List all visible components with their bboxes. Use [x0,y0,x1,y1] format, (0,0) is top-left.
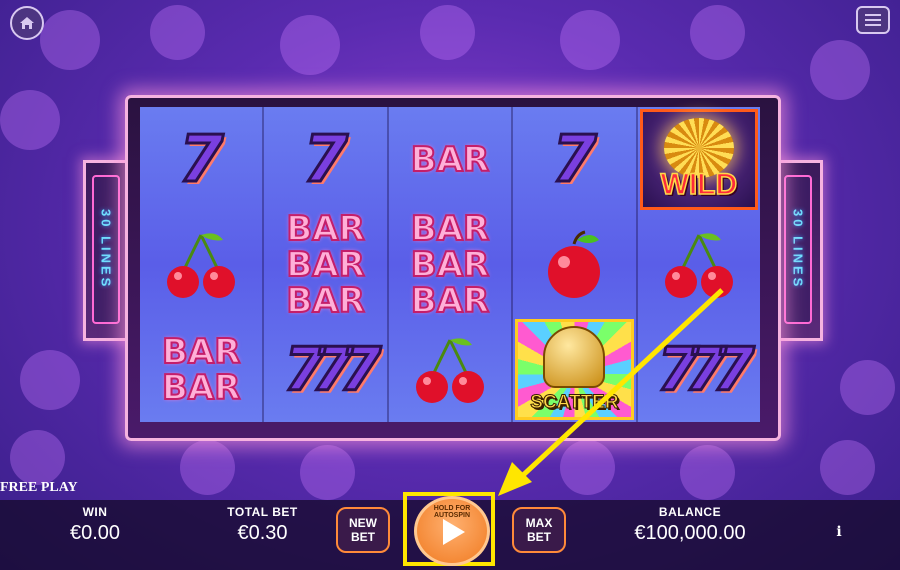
symbol-triple-seven: 777 [282,333,382,406]
symbol-double-bar: BAR BAR [161,331,241,408]
bell-icon [543,325,606,388]
symbol-seven: 7 [302,121,350,198]
total-bet-value: €0.30 [237,522,288,544]
balance-label: BALANCE [658,505,722,519]
reel-3: BAR BAR BAR BAR [389,107,514,422]
cherry-icon [416,337,485,403]
cherry-icon [664,232,733,298]
cherry-icon [167,232,236,298]
reel-area: 7 BAR BAR 7 BAR BAR BAR 777 BAR BAR BAR BAR [140,107,760,422]
win-label: WIN [82,505,108,519]
max-bet-label-1: MAX [525,516,553,530]
win-value: €0.00 [69,522,121,544]
max-bet-label-2: BET [527,530,551,544]
lines-label-right: 30 LINES [790,209,806,290]
right-lines-panel: 30 LINES [775,160,823,341]
symbol-apple [513,212,635,317]
new-bet-button[interactable]: NEW BET [336,507,390,553]
play-icon [443,519,465,545]
reel-1: 7 BAR BAR [140,107,265,422]
symbol-triple-bar: BAR BAR BAR [285,208,365,321]
new-bet-label-1: NEW [349,516,377,530]
symbol-scatter: SCATTER [513,317,635,422]
max-bet-button[interactable]: MAX BET [512,507,566,553]
info-icon[interactable]: i [832,524,846,540]
free-play-label: FREE PLAY [0,480,78,495]
reel-2: 7 BAR BAR BAR 777 [264,107,389,422]
symbol-cherry [140,212,262,317]
menu-button[interactable] [856,6,890,34]
apple-icon [548,230,601,298]
hamburger-menu-icon [865,14,881,26]
home-icon [20,17,34,29]
symbol-cherry [389,317,511,422]
home-button[interactable] [10,6,44,40]
reel-5: WILD 777 [638,107,760,422]
symbol-seven: 7 [177,121,225,198]
symbol-triple-seven: 777 [656,333,756,406]
symbol-single-bar: BAR [410,139,490,180]
symbol-cherry [638,212,760,317]
reel-4: 7 SCATTER [513,107,638,422]
spin-button[interactable]: HOLD FOR AUTOSPIN [414,496,490,566]
autospin-hint: HOLD FOR AUTOSPIN [433,505,471,519]
total-bet-label: TOTAL BET [227,505,298,519]
new-bet-label-2: BET [351,530,375,544]
wild-label: WILD [660,167,738,202]
symbol-triple-bar: BAR BAR BAR [410,208,490,321]
symbol-seven: 7 [551,121,599,198]
win-display: WIN €0.00 [55,505,135,545]
scatter-label: SCATTER [530,391,619,413]
balance-value: €100,000.00 [634,522,746,544]
left-lines-panel: 30 LINES [83,160,131,341]
lines-label-left: 30 LINES [98,209,114,290]
total-bet-display: TOTAL BET €0.30 [215,505,310,545]
symbol-wild: WILD [638,107,760,212]
balance-display: BALANCE €100,000.00 [615,505,765,545]
